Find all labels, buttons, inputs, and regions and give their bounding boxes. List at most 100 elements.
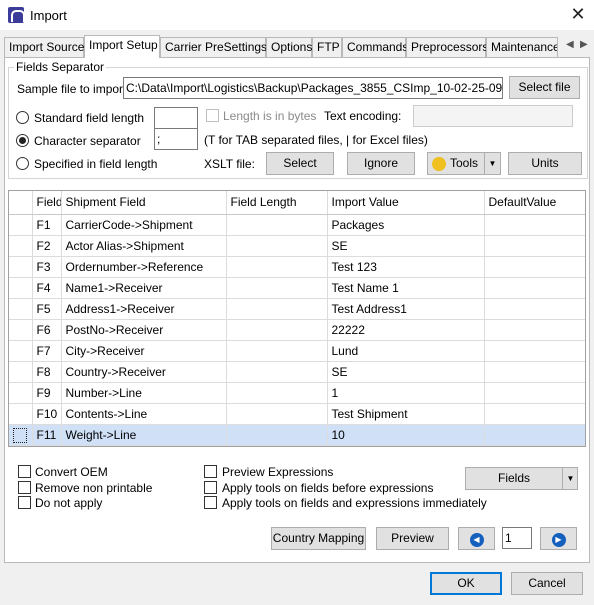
- table-row[interactable]: F9 Number->Line 1: [9, 382, 585, 404]
- row-indicator[interactable]: [9, 235, 33, 257]
- table-row[interactable]: F6 PostNo->Receiver 22222: [9, 319, 585, 341]
- cell-default-value[interactable]: [484, 235, 585, 257]
- select-file-button[interactable]: Select file: [509, 76, 580, 99]
- cell-field-length[interactable]: [226, 298, 328, 320]
- column-header-field-length[interactable]: Field Length: [226, 191, 328, 215]
- cell-field[interactable]: F1: [32, 214, 62, 236]
- cell-field[interactable]: F2: [32, 235, 62, 257]
- chevron-down-icon[interactable]: ▼: [484, 153, 500, 174]
- cell-default-value[interactable]: [484, 361, 585, 383]
- text-encoding-input[interactable]: [413, 105, 573, 127]
- cell-shipment-field[interactable]: Number->Line: [61, 382, 227, 404]
- ok-button[interactable]: OK: [430, 572, 502, 595]
- row-indicator[interactable]: [9, 298, 33, 320]
- table-row[interactable]: F7 City->Receiver Lund: [9, 340, 585, 362]
- convert-oem-checkbox[interactable]: [18, 465, 31, 478]
- cell-field[interactable]: F6: [32, 319, 62, 341]
- row-indicator[interactable]: [9, 403, 33, 425]
- row-indicator[interactable]: [9, 214, 33, 236]
- cell-default-value[interactable]: [484, 277, 585, 299]
- preview-button[interactable]: Preview: [376, 527, 449, 550]
- cell-default-value[interactable]: [484, 256, 585, 278]
- character-separator-input[interactable]: ;: [154, 128, 198, 150]
- close-icon[interactable]: ✕: [566, 3, 590, 27]
- tab-carrier-presettings[interactable]: Carrier PreSettings: [160, 37, 267, 57]
- cell-shipment-field[interactable]: Address1->Receiver: [61, 298, 227, 320]
- tab-ftp[interactable]: FTP: [312, 37, 342, 57]
- cell-field-length[interactable]: [226, 319, 328, 341]
- cell-shipment-field[interactable]: Country->Receiver: [61, 361, 227, 383]
- cell-field-length[interactable]: [226, 214, 328, 236]
- row-indicator[interactable]: [9, 382, 33, 404]
- cell-import-value[interactable]: Test 123: [327, 256, 485, 278]
- tab-import-setup[interactable]: Import Setup: [84, 35, 160, 58]
- cell-field[interactable]: F5: [32, 298, 62, 320]
- cell-default-value[interactable]: [484, 214, 585, 236]
- tab-commands[interactable]: Commands: [342, 37, 408, 57]
- standard-length-input[interactable]: [154, 107, 198, 129]
- cell-default-value[interactable]: [484, 382, 585, 404]
- sample-file-input[interactable]: C:\Data\Import\Logistics\Backup\Packages…: [123, 77, 503, 99]
- apply-immediately-checkbox[interactable]: [204, 496, 217, 509]
- cell-import-value[interactable]: Lund: [327, 340, 485, 362]
- cell-field[interactable]: F11: [32, 424, 62, 446]
- units-button[interactable]: Units: [508, 152, 582, 175]
- cell-shipment-field[interactable]: Name1->Receiver: [61, 277, 227, 299]
- apply-before-expressions-checkbox[interactable]: [204, 481, 217, 494]
- cell-shipment-field[interactable]: PostNo->Receiver: [61, 319, 227, 341]
- cell-field-length[interactable]: [226, 403, 328, 425]
- xslt-select-button[interactable]: Select: [266, 152, 334, 175]
- cell-import-value[interactable]: Test Address1: [327, 298, 485, 320]
- row-indicator[interactable]: [9, 340, 33, 362]
- remove-non-printable-checkbox[interactable]: [18, 481, 31, 494]
- row-indicator[interactable]: [9, 424, 33, 446]
- table-row[interactable]: F10 Contents->Line Test Shipment: [9, 403, 585, 425]
- cell-field-length[interactable]: [226, 277, 328, 299]
- cell-field[interactable]: F7: [32, 340, 62, 362]
- cell-field[interactable]: F10: [32, 403, 62, 425]
- cell-shipment-field[interactable]: Contents->Line: [61, 403, 227, 425]
- tab-import-source[interactable]: Import Source: [4, 37, 84, 57]
- table-row[interactable]: F8 Country->Receiver SE: [9, 361, 585, 383]
- cell-import-value[interactable]: SE: [327, 361, 485, 383]
- cell-default-value[interactable]: [484, 403, 585, 425]
- cell-field[interactable]: F9: [32, 382, 62, 404]
- table-row[interactable]: F4 Name1->Receiver Test Name 1: [9, 277, 585, 299]
- chevron-left-icon[interactable]: ◀: [566, 39, 574, 50]
- cell-default-value[interactable]: [484, 340, 585, 362]
- row-indicator[interactable]: [9, 361, 33, 383]
- column-header-shipment-field[interactable]: Shipment Field: [61, 191, 227, 215]
- next-page-button[interactable]: ▶: [540, 527, 577, 550]
- column-header-import-value[interactable]: Import Value: [327, 191, 485, 215]
- cell-import-value[interactable]: Test Name 1: [327, 277, 485, 299]
- cell-import-value[interactable]: SE: [327, 235, 485, 257]
- do-not-apply-checkbox[interactable]: [18, 496, 31, 509]
- length-in-bytes-checkbox[interactable]: [206, 109, 219, 122]
- fields-dropdown-button[interactable]: Fields ▼: [465, 467, 578, 490]
- table-row[interactable]: F3 Ordernumber->Reference Test 123: [9, 256, 585, 278]
- chevron-right-icon[interactable]: ▶: [580, 39, 588, 50]
- page-number-input[interactable]: 1: [502, 527, 532, 549]
- tools-dropdown-button[interactable]: Tools ▼: [427, 152, 501, 175]
- cell-shipment-field[interactable]: Ordernumber->Reference: [61, 256, 227, 278]
- cell-default-value[interactable]: [484, 298, 585, 320]
- cell-field-length[interactable]: [226, 424, 328, 446]
- cell-import-value[interactable]: Test Shipment: [327, 403, 485, 425]
- cell-import-value[interactable]: 22222: [327, 319, 485, 341]
- cell-shipment-field[interactable]: Weight->Line: [61, 424, 227, 446]
- cell-import-value[interactable]: 10: [327, 424, 485, 446]
- cell-field[interactable]: F3: [32, 256, 62, 278]
- cell-shipment-field[interactable]: City->Receiver: [61, 340, 227, 362]
- cell-default-value[interactable]: [484, 319, 585, 341]
- previous-page-button[interactable]: ◀: [458, 527, 495, 550]
- cell-import-value[interactable]: 1: [327, 382, 485, 404]
- cell-shipment-field[interactable]: CarrierCode->Shipment: [61, 214, 227, 236]
- tab-maintenance[interactable]: Maintenance: [486, 37, 558, 57]
- cell-import-value[interactable]: Packages: [327, 214, 485, 236]
- cell-field[interactable]: F4: [32, 277, 62, 299]
- preview-expressions-checkbox[interactable]: [204, 465, 217, 478]
- tab-preprocessors[interactable]: Preprocessors: [406, 37, 488, 57]
- country-mapping-button[interactable]: Country Mapping: [271, 527, 366, 550]
- chevron-down-icon[interactable]: ▼: [562, 468, 578, 489]
- cell-field[interactable]: F8: [32, 361, 62, 383]
